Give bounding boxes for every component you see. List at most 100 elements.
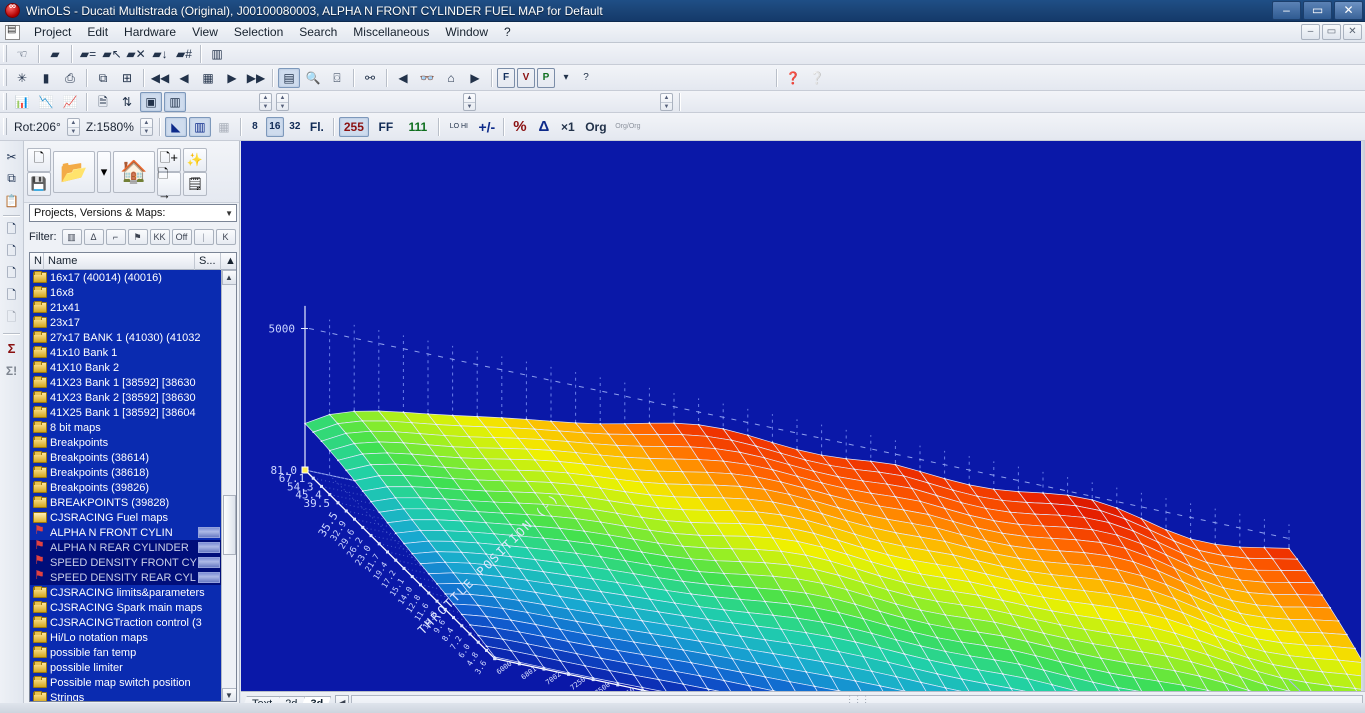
tree-item[interactable]: ALPHA N REAR CYLINDER23: [30, 540, 236, 555]
copy-version-icon[interactable]: ⧉: [92, 68, 114, 88]
dec-255-icon[interactable]: 255: [339, 117, 369, 137]
plusminus-icon[interactable]: +/-: [476, 117, 498, 137]
home-icon[interactable]: ⌂: [440, 68, 462, 88]
selection-new-icon[interactable]: 🗋: [1, 308, 23, 329]
sort-icon[interactable]: ⇅: [116, 92, 138, 112]
open-dropdown-icon[interactable]: ▾: [97, 151, 111, 193]
last-icon[interactable]: ▶▶: [245, 68, 267, 88]
previous-icon[interactable]: ◀: [173, 68, 195, 88]
menu-window[interactable]: Window: [437, 23, 496, 41]
hilo-icon[interactable]: LO HI: [444, 117, 474, 137]
tree-item[interactable]: Breakpoints (38614): [30, 450, 236, 465]
next-icon[interactable]: ▶: [221, 68, 243, 88]
map-delete-icon[interactable]: ▰✕: [125, 44, 147, 64]
tree-item[interactable]: BREAKPOINTS (39828): [30, 495, 236, 510]
tree-item[interactable]: CJSRACINGTraction control (3: [30, 615, 236, 630]
zoom-stepper[interactable]: ▲▼: [140, 118, 153, 136]
fullscreen-icon[interactable]: ▣: [140, 92, 162, 112]
menu-hardware[interactable]: Hardware: [116, 23, 184, 41]
tree-item[interactable]: 41X25 Bank 1 [38592] [38604: [30, 405, 236, 420]
close-button[interactable]: ✕: [1334, 1, 1363, 20]
bits-8-icon[interactable]: 8: [246, 117, 264, 137]
org-org-icon[interactable]: Org/Org: [613, 117, 643, 137]
binoculars-icon[interactable]: 👓: [416, 68, 438, 88]
hex-ff-icon[interactable]: FF: [371, 117, 401, 137]
tree-item[interactable]: CJSRACING Fuel maps: [30, 510, 236, 525]
filter-corner-button[interactable]: ⌐: [106, 229, 126, 245]
filter-off-button[interactable]: Off: [172, 229, 192, 245]
tree-item[interactable]: 41X23 Bank 1 [38592] [38630: [30, 375, 236, 390]
first-icon[interactable]: ◀◀: [149, 68, 171, 88]
tree-item[interactable]: CJSRACING limits&parameters: [30, 585, 236, 600]
open-folder-icon[interactable]: 📂: [53, 151, 95, 193]
tree-item[interactable]: ALPHA N FRONT CYLIN23: [30, 525, 236, 540]
tree-item[interactable]: 16x8: [30, 285, 236, 300]
percent-icon[interactable]: %: [509, 117, 531, 137]
menu-edit[interactable]: Edit: [79, 23, 116, 41]
tree-item[interactable]: Hi/Lo notation maps: [30, 630, 236, 645]
tree-item[interactable]: SPEED DENSITY REAR CYL25: [30, 570, 236, 585]
toolbar-grip[interactable]: [3, 69, 7, 86]
pointer-select-icon[interactable]: ☜: [11, 44, 33, 64]
nav-left-icon[interactable]: ◀: [392, 68, 414, 88]
auto-detect-icon[interactable]: ✨: [183, 148, 207, 172]
minimize-button[interactable]: –: [1272, 1, 1301, 20]
nav-right-icon[interactable]: ▶: [464, 68, 486, 88]
tree-item[interactable]: CJSRACING Spark main maps: [30, 600, 236, 615]
new-file-icon[interactable]: 🗋: [27, 148, 51, 172]
export-version-icon[interactable]: 🗋→: [157, 172, 181, 196]
filter-delta-button[interactable]: Δ: [84, 229, 104, 245]
chart-clear-icon[interactable]: 📈: [59, 92, 81, 112]
paste-icon[interactable]: 📋: [1, 190, 23, 211]
scroll-down-button[interactable]: ▼: [222, 688, 237, 702]
tree-item[interactable]: Breakpoints (39826): [30, 480, 236, 495]
camera-icon[interactable]: ▥: [206, 44, 228, 64]
view-matrix-icon[interactable]: ▦: [213, 117, 235, 137]
view-3d-icon[interactable]: ◣: [165, 117, 187, 137]
menu-miscellaneous[interactable]: Miscellaneous: [345, 23, 437, 41]
tree-item[interactable]: 41X10 Bank 2: [30, 360, 236, 375]
sum-alert-icon[interactable]: Σ!: [1, 360, 23, 381]
print-icon[interactable]: ⎙: [59, 68, 81, 88]
surface-plot[interactable]: 500081.067.154.345.439.535.532.929.626.2…: [241, 141, 1365, 691]
tree-item[interactable]: Breakpoints (38618): [30, 465, 236, 480]
projects-versions-maps-combo[interactable]: Projects, Versions & Maps: ▼: [29, 204, 237, 222]
context-help-icon[interactable]: ❔: [806, 68, 828, 88]
menu-selection[interactable]: Selection: [226, 23, 291, 41]
split-view-icon[interactable]: ▥: [164, 92, 186, 112]
multiply-one-icon[interactable]: ×1: [557, 117, 579, 137]
add-selection-icon[interactable]: 🗋: [1, 220, 23, 241]
map-properties-icon[interactable]: ▤: [278, 68, 300, 88]
toolbar-grip[interactable]: [3, 93, 7, 110]
map-equal-icon[interactable]: ▰=: [77, 44, 99, 64]
dropdown-arrow-icon[interactable]: ▾: [557, 68, 575, 88]
cut-icon[interactable]: ✂: [1, 146, 23, 167]
tree-item[interactable]: 16x17 (40014) (40016): [30, 270, 236, 285]
project-p-icon[interactable]: P: [537, 68, 555, 88]
column-marker[interactable]: N: [30, 253, 44, 270]
map-3d-view[interactable]: 500081.067.154.345.439.535.532.929.626.2…: [241, 141, 1365, 691]
chart-off-icon[interactable]: 📉: [35, 92, 57, 112]
map-list-icon[interactable]: ▰: [44, 44, 66, 64]
tree-item[interactable]: SPEED DENSITY FRONT CY25: [30, 555, 236, 570]
selection-minus-x-icon[interactable]: 🗋: [1, 264, 23, 285]
menu-project[interactable]: Project: [26, 23, 79, 41]
bits-16-icon[interactable]: 16: [266, 117, 284, 137]
link-maps-icon[interactable]: ⚯: [359, 68, 381, 88]
help-icon[interactable]: ❓: [782, 68, 804, 88]
tree-item[interactable]: 41x10 Bank 1: [30, 345, 236, 360]
menu-search[interactable]: Search: [291, 23, 345, 41]
checksum-icon[interactable]: ⌼: [326, 68, 348, 88]
filter-flag-button[interactable]: ⚑: [128, 229, 148, 245]
tree-scroll-up-arrow[interactable]: ▲: [221, 253, 236, 270]
mdi-restore[interactable]: ▭: [1322, 24, 1341, 40]
tree-item[interactable]: Breakpoints: [30, 435, 236, 450]
hardware-icon[interactable]: ▮: [35, 68, 57, 88]
tree-item[interactable]: 27x17 BANK 1 (41030) (41032: [30, 330, 236, 345]
bits-float-icon[interactable]: Fl.: [306, 117, 328, 137]
map-export-icon[interactable]: ▰↓: [149, 44, 171, 64]
column-name[interactable]: Name: [44, 253, 195, 270]
tree-item[interactable]: Strings: [30, 690, 236, 702]
filter-k-button[interactable]: K: [216, 229, 236, 245]
map-number-icon[interactable]: ▰#: [173, 44, 195, 64]
